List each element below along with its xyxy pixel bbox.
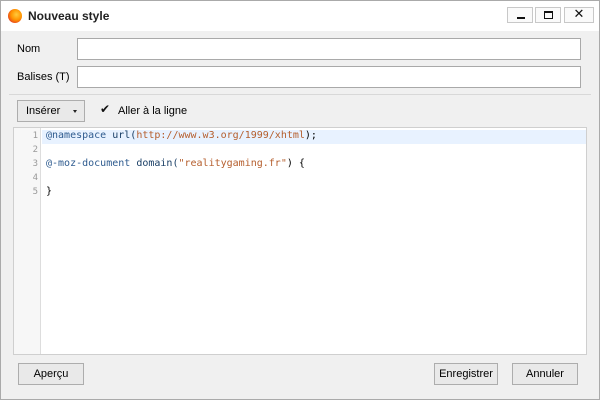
code-punctuation: ) {: [286, 158, 305, 169]
code-function: domain(: [130, 158, 179, 169]
code-line: @namespace url(http://www.w3.org/1999/xh…: [46, 130, 317, 141]
code-keyword: @namespace: [46, 130, 107, 141]
minimize-icon: [517, 17, 525, 19]
code-string: http://www.w3.org/1999/xhtml: [136, 130, 305, 141]
checkmark-icon: ✔: [100, 102, 111, 116]
close-button[interactable]: ✕: [564, 7, 594, 23]
minimize-button[interactable]: [507, 7, 533, 23]
maximize-icon: [544, 11, 553, 19]
maximize-button[interactable]: [535, 7, 561, 23]
tags-label: Balises (T): [17, 71, 70, 83]
save-button[interactable]: Enregistrer: [434, 363, 498, 385]
code-string: "realitygaming.fr": [178, 158, 287, 169]
cancel-button[interactable]: Annuler: [512, 363, 578, 385]
line-number: 3: [32, 159, 38, 169]
line-number: 1: [32, 131, 38, 141]
firefox-icon: [8, 9, 22, 23]
title-bar: Nouveau style ✕: [1, 1, 599, 31]
line-number: 2: [32, 145, 38, 155]
code-punctuation: );: [304, 130, 317, 141]
window-title: Nouveau style: [28, 9, 110, 23]
line-number: 5: [32, 187, 38, 197]
insert-button[interactable]: Insérer: [17, 100, 85, 122]
close-icon: ✕: [573, 7, 585, 22]
preview-button[interactable]: Aperçu: [18, 363, 84, 385]
code-editor[interactable]: 1 2 3 4 5 @namespace url(http://www.w3.o…: [13, 127, 587, 355]
line-number: 4: [32, 173, 38, 183]
name-input[interactable]: [77, 38, 581, 60]
tags-input[interactable]: [77, 66, 581, 88]
separator: [9, 94, 591, 95]
line-number-gutter: 1 2 3 4 5: [14, 128, 41, 354]
insert-button-label: Insérer: [26, 105, 61, 117]
code-line: @-moz-document domain("realitygaming.fr"…: [46, 158, 305, 169]
code-function: url(: [106, 130, 137, 141]
word-wrap-label[interactable]: Aller à la ligne: [118, 105, 187, 117]
code-keyword: @-moz-document: [46, 158, 131, 169]
new-style-dialog: Nouveau style ✕ Nom Balises (T) Insérer …: [0, 0, 600, 400]
chevron-down-icon: [73, 110, 77, 113]
name-label: Nom: [17, 43, 41, 55]
word-wrap-checkbox[interactable]: ✔: [100, 102, 111, 116]
code-line: }: [46, 186, 53, 197]
